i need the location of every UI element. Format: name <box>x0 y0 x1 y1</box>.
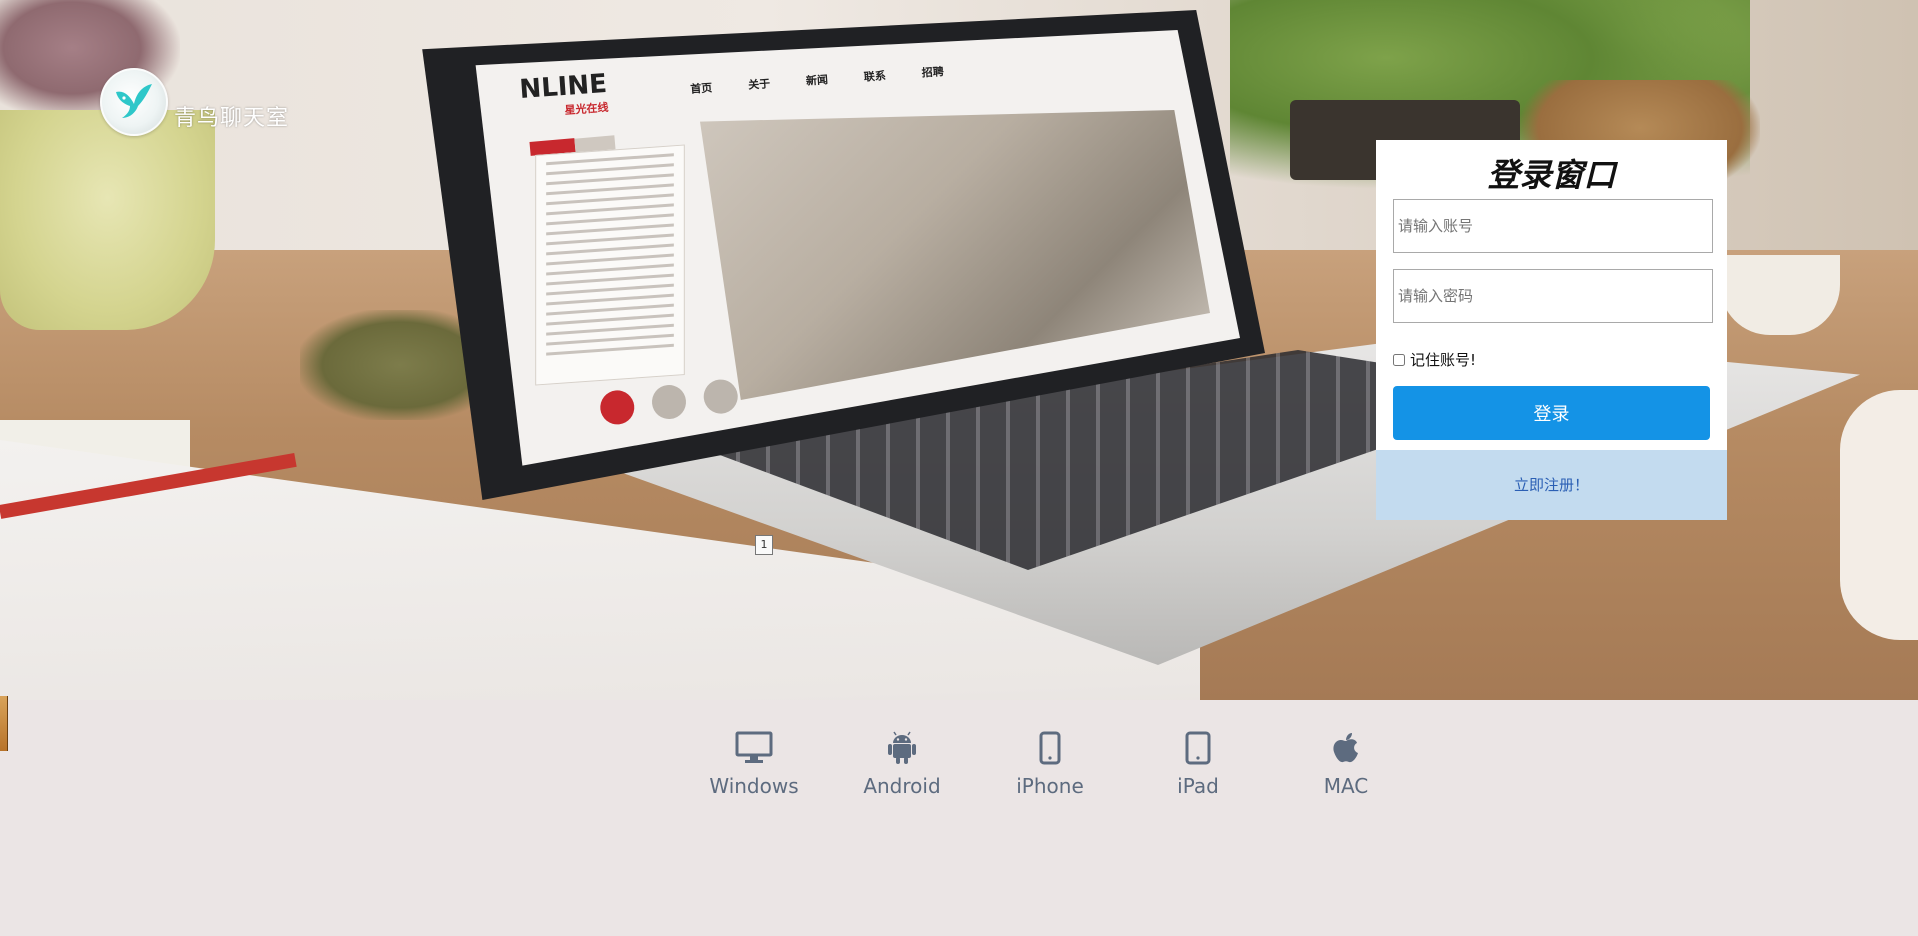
login-title: 登录窗口 <box>1487 156 1616 194</box>
login-panel: 登录窗口 记住账号! 登录 立即注册！ <box>1376 140 1727 520</box>
qq-icon <box>598 388 636 427</box>
hand-sleeve <box>1840 390 1918 640</box>
brand: 青鸟聊天室 <box>100 68 289 136</box>
remember-label: 记住账号! <box>1410 351 1477 369</box>
tea-cup <box>1720 255 1840 335</box>
apple-icon <box>1332 728 1360 768</box>
flower-vase <box>0 110 215 330</box>
screen-logo: NLINE 星光在线 <box>519 69 610 121</box>
login-button[interactable]: 登录 <box>1393 386 1710 440</box>
remember-account[interactable]: 记住账号! <box>1393 349 1476 370</box>
register-link[interactable]: 立即注册！ <box>1514 476 1589 494</box>
screen-nav-item: 招聘 <box>921 65 945 80</box>
register-bar: 立即注册！ <box>1376 450 1727 520</box>
platform-label: MAC <box>1323 774 1369 798</box>
brand-title: 青鸟聊天室 <box>174 106 290 131</box>
screen-article <box>535 144 685 386</box>
screen-nav-item: 首页 <box>689 81 713 96</box>
platform-ipad[interactable]: iPad <box>1124 728 1272 798</box>
platform-label: Windows <box>709 774 799 798</box>
platform-iphone[interactable]: iPhone <box>976 728 1124 798</box>
account-input[interactable] <box>1393 199 1713 253</box>
screen-nav-item: 新闻 <box>805 73 829 88</box>
platform-label: Android <box>863 774 941 798</box>
cloud-icon <box>702 377 740 416</box>
platform-android[interactable]: Android <box>828 728 976 798</box>
screen-nav-item: 联系 <box>863 69 887 84</box>
bird-logo-icon <box>100 68 168 136</box>
platform-mac[interactable]: MAC <box>1272 728 1420 798</box>
side-slider-handle[interactable] <box>0 696 8 751</box>
tablet-icon <box>1185 728 1211 768</box>
password-input[interactable] <box>1393 269 1713 323</box>
page-marker: 1 <box>755 535 773 555</box>
platform-windows[interactable]: Windows <box>680 728 828 798</box>
remember-checkbox[interactable] <box>1393 353 1405 366</box>
monitor-icon <box>735 728 773 768</box>
android-icon <box>887 728 917 768</box>
platform-label: iPhone <box>1016 774 1084 798</box>
screen-nav-item: 关于 <box>747 77 771 92</box>
platform-links: Windows Android iPhone iPad MAC <box>680 728 1420 798</box>
weibo-icon <box>650 383 688 421</box>
phone-icon <box>1039 728 1061 768</box>
platform-label: iPad <box>1177 774 1219 798</box>
